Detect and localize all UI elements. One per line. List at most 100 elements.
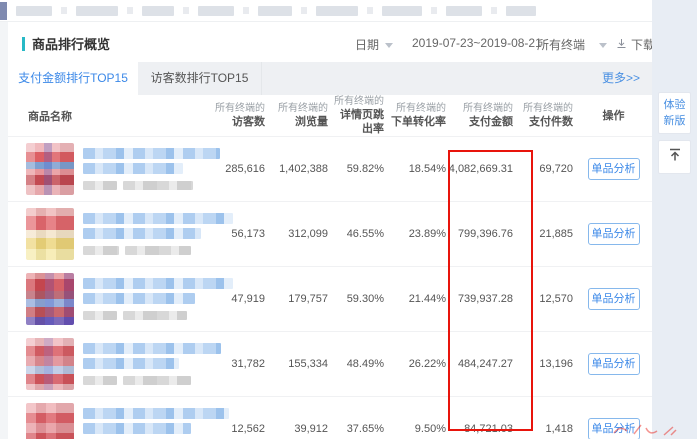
product-cell (8, 403, 215, 439)
bounce-rate-value: 37.65% (330, 397, 386, 439)
payment-amount-value: 799,396.76 (448, 202, 515, 267)
product-thumbnail[interactable] (26, 403, 74, 439)
pageviews-value: 312,099 (267, 202, 330, 267)
visitors-value: 31,782 (215, 332, 267, 397)
product-cell (8, 338, 215, 390)
payment-items-value: 13,196 (515, 332, 575, 397)
single-item-analysis-button[interactable]: 单品分析 (588, 353, 640, 375)
nav-item-redacted (16, 6, 52, 16)
payment-items-value: 69,720 (515, 137, 575, 202)
single-item-analysis-button[interactable]: 单品分析 (588, 158, 640, 180)
title-accent-bar (22, 37, 25, 51)
nav-item-redacted (506, 6, 536, 16)
ranking-table: 商品名称 所有终端的 访客数 所有终端的 浏览量 所有终端的 详情页跳出率 所有… (8, 95, 652, 439)
product-name-redacted[interactable] (83, 148, 220, 190)
payment-amount-value: 484,247.27 (448, 332, 515, 397)
nav-item-redacted (76, 6, 118, 16)
experience-new-version-button[interactable]: 体验 新版 (658, 92, 691, 134)
header-payment-amount: 所有终端的 支付金额 (448, 95, 515, 137)
bounce-rate-value: 59.82% (330, 137, 386, 202)
nav-item-redacted (446, 6, 482, 16)
product-thumbnail[interactable] (26, 273, 74, 325)
table-row: 31,782 155,334 48.49% 26.22% 484,247.27 … (8, 332, 652, 397)
arrow-up-to-line-icon (667, 147, 683, 168)
tab-visitor-count-top15[interactable]: 访客数排行TOP15 (138, 62, 262, 95)
top-navigation-blurred (0, 0, 652, 22)
header-conversion-rate: 所有终端的 下单转化率 (386, 95, 448, 137)
payment-items-value: 1,418 (515, 397, 575, 439)
header-actions: 操作 (575, 95, 652, 137)
nav-separator (183, 7, 189, 14)
product-name-redacted[interactable] (83, 213, 233, 255)
new-version-label-line2: 新版 (659, 114, 690, 130)
payment-items-value: 21,885 (515, 202, 575, 267)
payment-amount-value: 4,082,669.31 (448, 137, 515, 202)
pageviews-value: 179,757 (267, 267, 330, 332)
conversion-rate-value: 23.89% (386, 202, 448, 267)
right-gutter (652, 0, 697, 439)
header-product-name: 商品名称 (8, 95, 215, 137)
date-range-value[interactable]: 2019-07-23~2019-08-21 (412, 36, 542, 50)
pageviews-value: 155,334 (267, 332, 330, 397)
product-name-redacted[interactable] (83, 408, 229, 439)
nav-separator (301, 7, 307, 14)
product-ranking-card: 商品排行概览 日期 2019-07-23~2019-08-21 所有终端 下载 … (8, 22, 652, 439)
nav-separator (127, 7, 133, 14)
new-version-label-line1: 体验 (659, 98, 690, 114)
more-link[interactable]: 更多>> (602, 62, 640, 95)
conversion-rate-value: 26.22% (386, 332, 448, 397)
bounce-rate-value: 46.55% (330, 202, 386, 267)
product-cell (8, 208, 215, 260)
product-cell (8, 273, 215, 325)
visitors-value: 285,616 (215, 137, 267, 202)
section-title: 商品排行概览 (22, 34, 110, 53)
product-name-redacted[interactable] (83, 343, 221, 385)
card-header: 商品排行概览 日期 2019-07-23~2019-08-21 所有终端 下载 (8, 22, 652, 62)
bounce-rate-value: 59.30% (330, 267, 386, 332)
nav-separator (61, 7, 67, 14)
nav-item-redacted (258, 6, 292, 16)
date-dropdown[interactable]: 日期 (355, 36, 393, 53)
pageviews-value: 1,402,388 (267, 137, 330, 202)
download-icon (616, 38, 627, 52)
product-thumbnail[interactable] (26, 208, 74, 260)
chevron-down-icon (599, 43, 607, 48)
table-row: 47,919 179,757 59.30% 21.44% 739,937.28 … (8, 267, 652, 332)
product-thumbnail[interactable] (26, 143, 74, 195)
tab-bar: 支付金额排行TOP15 访客数排行TOP15 更多>> (8, 62, 652, 95)
single-item-analysis-button[interactable]: 单品分析 (588, 223, 640, 245)
header-bounce-rate: 所有终端的 详情页跳出率 (330, 95, 386, 137)
nav-separator (491, 7, 497, 14)
product-name-redacted[interactable] (83, 278, 233, 320)
single-item-analysis-button[interactable]: 单品分析 (588, 418, 640, 439)
payment-amount-value: 84,721.03 (448, 397, 515, 439)
back-to-top-button[interactable] (658, 140, 691, 174)
nav-separator (243, 7, 249, 14)
nav-item-redacted (198, 6, 234, 16)
page-title: 商品排行概览 (32, 34, 110, 53)
nav-item-redacted (382, 6, 422, 16)
table-header-row: 商品名称 所有终端的 访客数 所有终端的 浏览量 所有终端的 详情页跳出率 所有… (8, 95, 652, 137)
header-visitors: 所有终端的 访客数 (215, 95, 267, 137)
table-row: 56,173 312,099 46.55% 23.89% 799,396.76 … (8, 202, 652, 267)
tab-payment-amount-top15[interactable]: 支付金额排行TOP15 (8, 62, 138, 95)
single-item-analysis-button[interactable]: 单品分析 (588, 288, 640, 310)
nav-item-redacted (316, 6, 358, 16)
product-cell (8, 143, 215, 195)
conversion-rate-value: 9.50% (386, 397, 448, 439)
terminal-dropdown[interactable]: 所有终端 (537, 36, 607, 53)
conversion-rate-value: 18.54% (386, 137, 448, 202)
conversion-rate-value: 21.44% (386, 267, 448, 332)
nav-separator (431, 7, 437, 14)
header-pageviews: 所有终端的 浏览量 (267, 95, 330, 137)
pageviews-value: 39,912 (267, 397, 330, 439)
payment-amount-value: 739,937.28 (448, 267, 515, 332)
payment-items-value: 12,570 (515, 267, 575, 332)
table-row: 285,616 1,402,388 59.82% 18.54% 4,082,66… (8, 137, 652, 202)
chevron-down-icon (385, 43, 393, 48)
product-thumbnail[interactable] (26, 338, 74, 390)
nav-separator (367, 7, 373, 14)
download-button[interactable]: 下载 (616, 36, 652, 53)
nav-edge-block (0, 2, 7, 20)
table-row: 12,562 39,912 37.65% 9.50% 84,721.03 1,4… (8, 397, 652, 439)
